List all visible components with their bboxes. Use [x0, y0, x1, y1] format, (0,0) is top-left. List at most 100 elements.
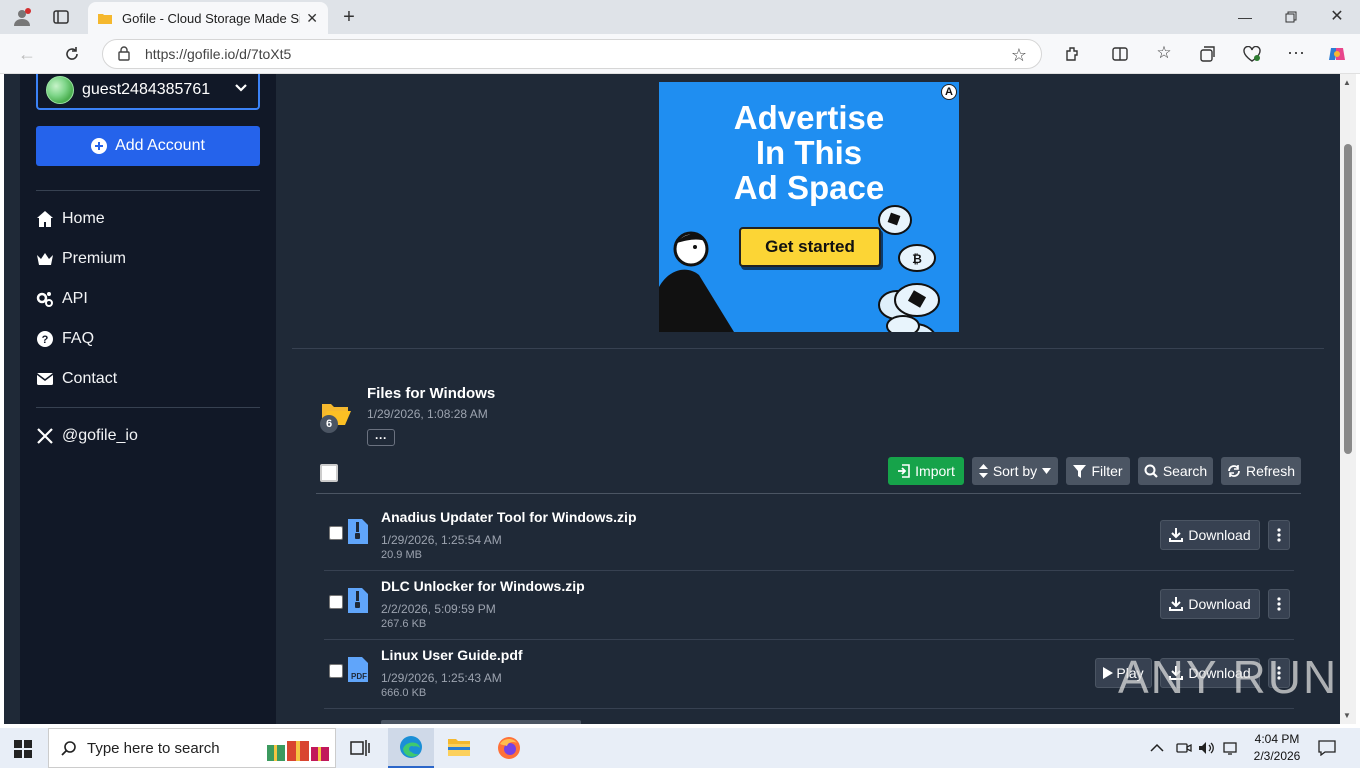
caret-down-icon [1042, 468, 1052, 474]
browser-essentials-icon[interactable] [1242, 44, 1262, 64]
sidebar-item-premium[interactable]: Premium [36, 244, 126, 274]
sidebar-item-label: Premium [62, 250, 127, 267]
sidebar-item-contact[interactable]: Contact [36, 364, 117, 394]
meet-now-icon[interactable] [1176, 728, 1192, 768]
clock-time: 4:04 PM [1254, 732, 1300, 746]
home-icon [37, 211, 53, 227]
sidebar-item-api[interactable]: API [36, 284, 88, 314]
new-tab-icon[interactable]: + [338, 6, 360, 28]
file-more-options-button[interactable] [1268, 520, 1290, 550]
notifications-icon[interactable] [1318, 728, 1336, 768]
sort-by-button[interactable]: Sort by [972, 457, 1058, 485]
taskbar-search-box[interactable]: Type here to search [48, 728, 336, 768]
scroll-up-icon[interactable]: ▲ [1343, 78, 1351, 87]
file-more-options-button[interactable] [1268, 589, 1290, 619]
extensions-icon[interactable] [1062, 44, 1082, 64]
refresh-icon [1228, 465, 1240, 477]
refresh-button[interactable]: Refresh [1221, 457, 1301, 485]
envelope-icon [36, 373, 54, 385]
file-date: 1/29/2026, 1:25:54 AM [381, 533, 502, 547]
clock-date: 2/3/2026 [1253, 749, 1301, 763]
partially-visible-row [381, 714, 581, 724]
pdf-file-icon: PDF [348, 657, 368, 682]
collections-icon[interactable] [1198, 44, 1218, 64]
file-name[interactable]: DLC Unlocker for Windows.zip [381, 578, 585, 594]
sidebar-item-faq[interactable]: ? FAQ [36, 324, 94, 354]
download-icon [1169, 528, 1184, 542]
crown-icon [37, 253, 53, 265]
kebab-menu-icon [1277, 597, 1281, 611]
sidebar-item-home[interactable]: Home [36, 204, 105, 234]
tab-actions-icon[interactable] [52, 8, 70, 26]
restore-icon[interactable] [1282, 8, 1300, 26]
file-name[interactable]: Linux User Guide.pdf [381, 647, 523, 663]
url-text: https://gofile.io/d/7toXt5 [145, 46, 292, 62]
taskbar: Type here to search 4:04 PM 2/3/2026 [0, 728, 1360, 768]
advertisement[interactable]: A Advertise In This Ad Space Get started [659, 82, 959, 332]
select-all-checkbox[interactable] [320, 464, 338, 482]
add-account-button[interactable]: Add Account [36, 126, 260, 166]
task-view-icon[interactable] [350, 739, 370, 762]
folder-more-button[interactable]: ··· [367, 429, 395, 446]
filter-button[interactable]: Filter [1066, 457, 1130, 485]
import-button[interactable]: Import [888, 457, 964, 485]
sidebar-item-label: API [62, 290, 88, 307]
gofile-page: guest2484385761 Add Account Home Premium… [4, 74, 1356, 724]
search-icon [61, 741, 76, 756]
folder-date: 1/29/2026, 1:08:28 AM [367, 407, 488, 421]
copilot-icon[interactable] [1326, 43, 1348, 65]
windows-start-icon[interactable] [14, 740, 32, 763]
taskbar-file-explorer-icon[interactable] [448, 737, 470, 762]
download-button[interactable]: Download [1160, 520, 1260, 550]
site-info-icon[interactable] [117, 45, 131, 64]
ad-headline: Advertise In This Ad Space [733, 99, 885, 206]
x-logo-icon [37, 428, 53, 444]
url-bar[interactable]: https://gofile.io/d/7toXt5 ☆ [102, 39, 1042, 69]
back-icon[interactable]: ← [16, 44, 38, 64]
sidebar-item-twitter[interactable]: @gofile_io [36, 421, 138, 451]
taskbar-search-placeholder: Type here to search [87, 739, 220, 757]
taskbar-clock[interactable]: 4:04 PM 2/3/2026 [1246, 731, 1308, 765]
folder-item-count-badge: 6 [320, 415, 338, 433]
coins-icon: ₿ [878, 205, 940, 332]
download-icon [1169, 597, 1184, 611]
close-window-icon[interactable]: ✕ [1328, 7, 1346, 25]
profile-icon[interactable] [12, 7, 32, 27]
tab-gofile[interactable]: Gofile - Cloud Storage Made Simp ✕ [88, 2, 328, 34]
show-hidden-icons[interactable] [1150, 728, 1164, 768]
split-screen-icon[interactable] [1110, 44, 1130, 64]
avatar [46, 76, 74, 104]
download-button[interactable]: Download [1160, 589, 1260, 619]
file-checkbox[interactable] [329, 664, 343, 678]
tab-title: Gofile - Cloud Storage Made Simp [122, 10, 301, 26]
svg-text:?: ? [42, 334, 49, 346]
sidebar-item-label: Home [62, 210, 105, 227]
account-name: guest2484385761 [82, 81, 211, 98]
search-button[interactable]: Search [1138, 457, 1213, 485]
taskbar-firefox-icon[interactable] [497, 736, 521, 765]
account-selector[interactable]: guest2484385761 [36, 74, 260, 110]
reload-icon[interactable] [62, 44, 82, 64]
zip-file-icon [348, 588, 368, 613]
search-icon [1144, 464, 1158, 478]
file-row[interactable]: Anadius Updater Tool for Windows.zip 1/2… [324, 502, 1294, 571]
minimize-icon[interactable]: — [1236, 8, 1254, 26]
volume-icon[interactable] [1198, 728, 1216, 768]
scroll-thumb[interactable] [1344, 144, 1352, 454]
kebab-menu-icon [1277, 528, 1281, 542]
file-checkbox[interactable] [329, 595, 343, 609]
settings-more-icon[interactable]: ··· [1286, 42, 1306, 62]
favorites-icon[interactable]: ☆ [1154, 43, 1174, 63]
file-checkbox[interactable] [329, 526, 343, 540]
ad-choices-icon[interactable]: A [941, 84, 957, 100]
page-scrollbar[interactable]: ▲ ▼ [1340, 74, 1356, 724]
network-icon[interactable] [1222, 728, 1240, 768]
favorite-star-icon[interactable]: ☆ [1011, 45, 1027, 66]
chevron-down-icon [234, 81, 248, 100]
zip-file-icon [348, 519, 368, 544]
close-tab-icon[interactable]: ✕ [306, 10, 318, 27]
scroll-down-icon[interactable]: ▼ [1343, 711, 1351, 720]
file-name[interactable]: Anadius Updater Tool for Windows.zip [381, 509, 637, 525]
file-row[interactable]: DLC Unlocker for Windows.zip 2/2/2026, 5… [324, 571, 1294, 640]
taskbar-edge-icon[interactable] [388, 728, 434, 768]
